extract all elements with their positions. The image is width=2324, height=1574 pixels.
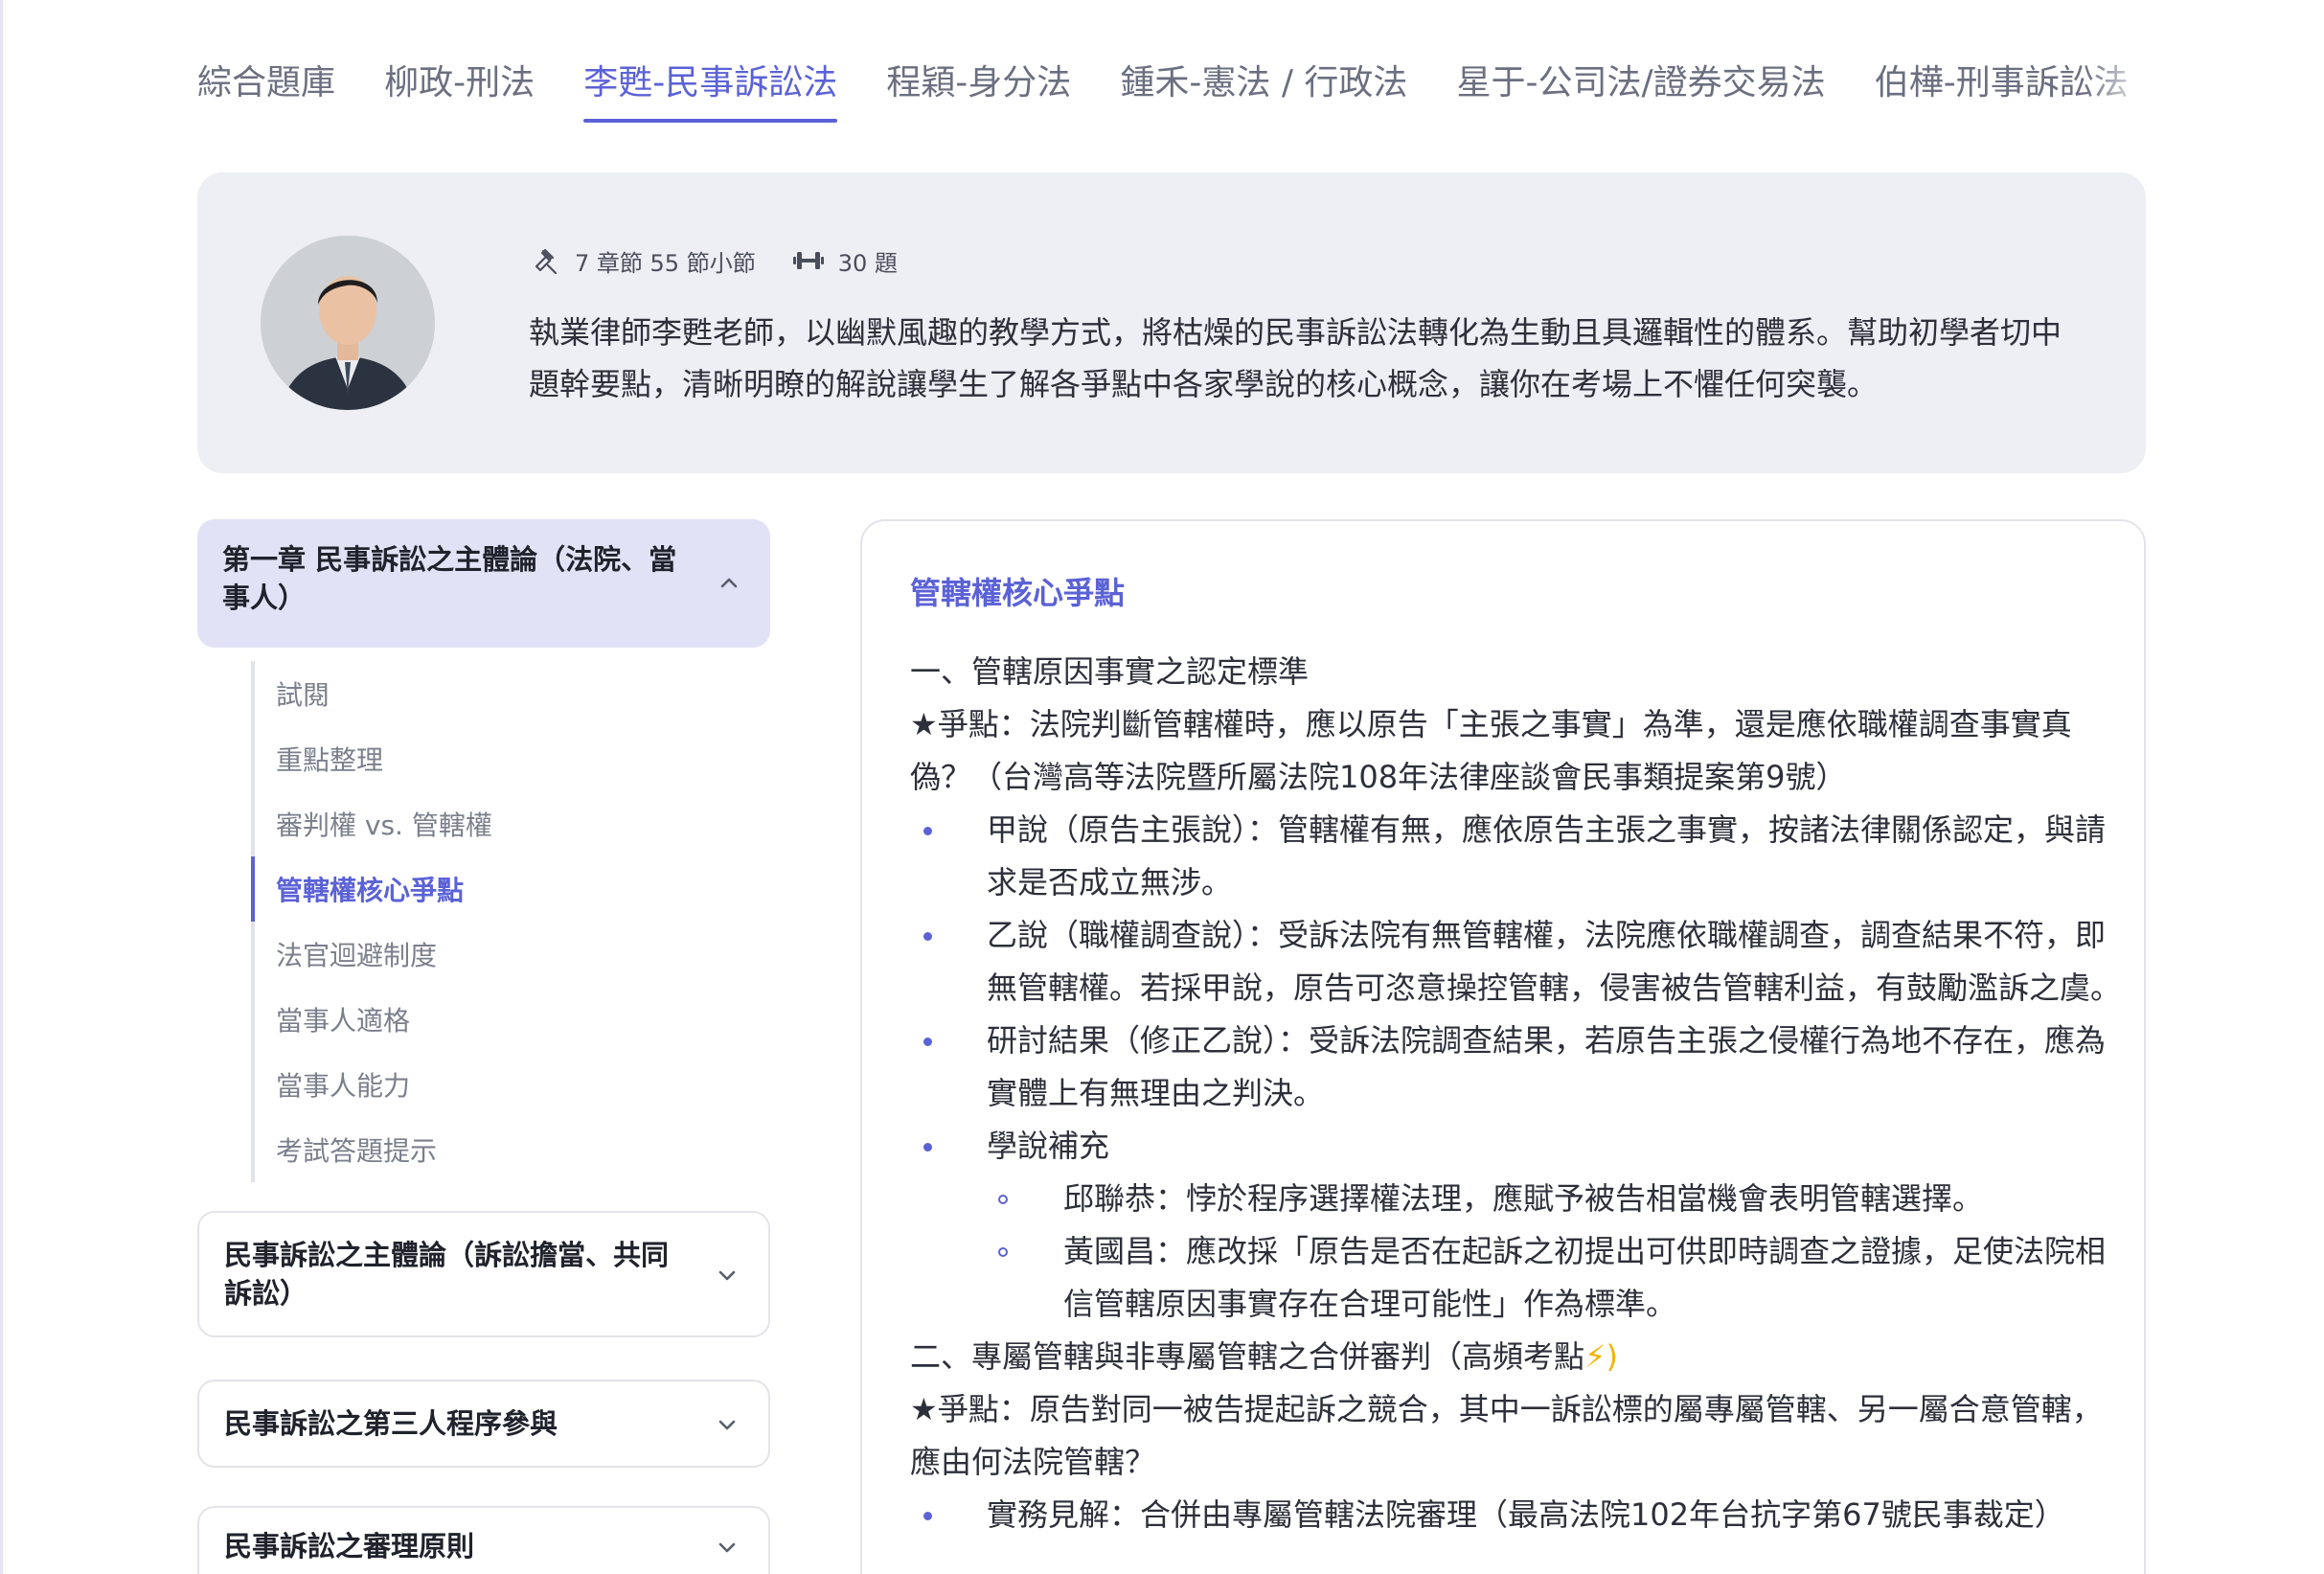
gavel-icon [533,246,561,275]
course-meta: 7 章節 55 節小節 30 題 [533,241,898,280]
sub-bullet-item: 邱聯恭：悖於程序選擇權法理，應賦予被告相當機會表明管轄選擇。 [910,1173,2127,1225]
chevron-up-icon[interactable] [717,571,741,596]
teacher-tabs: 綜合題庫 柳政-刑法 李甦-民事訴訟法 程穎-身分法 鍾禾-憲法 / 行政法 星… [197,56,2152,132]
section-item-venue-core-issues[interactable]: 管轄權核心爭點 [251,856,749,922]
issue-paragraph: ★爭點：原告對同一被告提起訴之競合，其中一訴訟標的屬專屬管轄、另一屬合意管轄，應… [910,1391,2103,1480]
section-item-exam-tips[interactable]: 考試答題提示 [251,1117,749,1182]
page-left-border [0,0,3,1574]
lesson-content-panel: 管轄權核心爭點 一、管轄原因事實之認定標準 ★爭點：法院判斷管轄權時，應以原告「… [860,519,2146,1574]
bullet-item: 研討結果（修正乙說）：受訴法院調查結果，若原告主張之侵權行為地不存在，應為實體上… [910,1015,2127,1120]
chapter-2-header[interactable]: 民事訴訟之主體論（訴訟擔當、共同訴訟） [197,1211,770,1337]
chapter-3-header[interactable]: 民事訴訟之第三人程序參與 [197,1380,770,1468]
bullet-item: 乙說（職權調查說）：受訴法院有無管轄權，法院應依職權調查，調查結果不符，即無管轄… [910,909,2127,1015]
chevron-down-icon[interactable] [715,1535,740,1560]
chapter-1-sections: 試閱 重點整理 審判權 vs. 管轄權 管轄權核心爭點 法官迴避制度 當事人適格… [251,661,749,1182]
course-info-card: 7 章節 55 節小節 30 題 執業律師李甦老師，以幽默風趣的教學方式，將枯燥… [197,172,2146,473]
chevron-down-icon[interactable] [715,1412,740,1437]
heading-paragraph: 一、管轄原因事實之認定標準 [910,653,1310,690]
chapter-2-title: 民事訴訟之主體論（訴訟擔當、共同訴訟） [224,1239,670,1310]
tab-company-law[interactable]: 星于-公司法/證券交易法 [1457,56,1826,111]
bullet-item: 學說補充 [910,1120,2127,1173]
tabs-fade-overlay [2085,56,2152,132]
heading-paragraph: 二、專屬管轄與非專屬管轄之合併審判（高頻考點⚡) [910,1338,1618,1375]
tab-criminal-law[interactable]: 柳政-刑法 [384,56,535,111]
chapter-1-title: 第一章 民事訴訟之主體論（法院、當事人） [222,543,677,614]
tab-family-law[interactable]: 程穎-身分法 [886,56,1071,111]
lightning-icon: ⚡) [1584,1338,1618,1375]
tab-comprehensive[interactable]: 綜合題庫 [197,56,335,111]
tab-civil-procedure[interactable]: 李甦-民事訴訟法 [583,56,838,123]
sub-bullet-item: 黃國昌：應改採「原告是否在起訴之初提出可供即時調查之證據，足使法院相信管轄原因事… [910,1225,2127,1331]
bullet-item: 實務見解：合併由專屬管轄法院審理（最高法院102年台抗字第67號民事裁定） [910,1489,2127,1541]
section-item-party-standing[interactable]: 當事人適格 [251,987,749,1052]
questions-count: 30 題 [837,249,898,277]
tab-constitutional-law[interactable]: 鍾禾-憲法 / 行政法 [1120,56,1407,111]
bullet-item: 甲說（原告主張說）：管轄權有無，應依原告主張之事實，按諸法律關係認定，與請求是否… [910,804,2127,909]
chapter-1-header[interactable]: 第一章 民事訴訟之主體論（法院、當事人） [197,519,770,648]
section-item-summary[interactable]: 重點整理 [251,726,749,791]
dumbbell-icon [792,249,825,272]
chevron-down-icon[interactable] [715,1263,740,1288]
chapter-4-header[interactable]: 民事訴訟之審理原則 [197,1506,770,1574]
issue-paragraph: ★爭點：法院判斷管轄權時，應以原告「主張之事實」為準，還是應依職權調查事實真偽？… [910,706,2072,795]
chapters-count: 7 章節 55 節小節 [575,249,756,277]
chapter-3-title: 民事訴訟之第三人程序參與 [224,1407,558,1440]
section-item-judge-recusal[interactable]: 法官迴避制度 [251,922,749,987]
section-item-party-capacity[interactable]: 當事人能力 [251,1052,749,1117]
chapter-4-title: 民事訴訟之審理原則 [224,1530,475,1563]
teacher-avatar [261,236,435,410]
section-item-preview[interactable]: 試閱 [251,661,749,726]
section-item-jurisdiction-vs-venue[interactable]: 審判權 vs. 管轄權 [251,791,749,856]
lesson-title: 管轄權核心爭點 [910,575,1126,611]
lesson-body: 一、管轄原因事實之認定標準 ★爭點：法院判斷管轄權時，應以原告「主張之事實」為準… [910,646,2127,1541]
course-description: 執業律師李甦老師，以幽默風趣的教學方式，將枯燥的民事訴訟法轉化為生動且具邏輯性的… [529,314,2062,402]
